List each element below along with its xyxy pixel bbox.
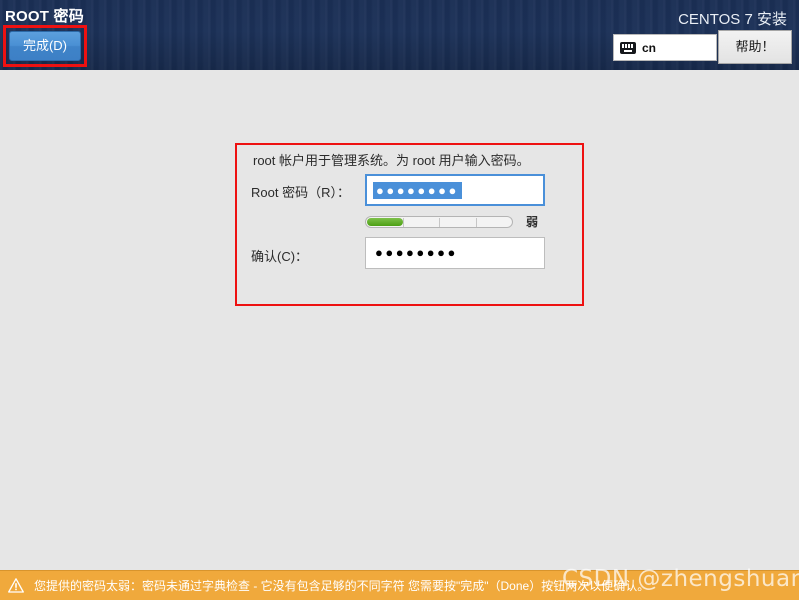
form-description: root 帐户用于管理系统。为 root 用户输入密码。 [253,153,530,168]
confirm-password-input[interactable]: ●●●●●●●● [365,237,545,269]
password-strength-bar [365,216,513,228]
root-password-value: ●●●●●●●● [373,182,462,199]
root-password-input[interactable]: ●●●●●●●● [365,174,545,206]
installer-header: ROOT 密码 完成(D) CENTOS 7 安装 cn 帮助！ [0,0,799,70]
keyboard-layout-indicator[interactable]: cn [613,34,717,61]
done-button[interactable]: 完成(D) [9,31,81,61]
main-content: root 帐户用于管理系统。为 root 用户输入密码。 Root 密码（R）：… [0,70,799,570]
product-title: CENTOS 7 安装 [678,11,787,28]
root-password-label: Root 密码（R）： [251,185,350,200]
confirm-password-label: 确认(C)： [251,249,309,264]
help-button[interactable]: 帮助！ [718,30,792,64]
keyboard-icon [620,41,636,54]
confirm-password-value: ●●●●●●●● [375,245,458,260]
warning-message: 您提供的密码太弱：密码未通过字典检查 - 它没有包含足够的不同字符 您需要按"完… [34,579,650,593]
keyboard-layout-label: cn [642,40,657,55]
warning-bar: 您提供的密码太弱：密码未通过字典检查 - 它没有包含足够的不同字符 您需要按"完… [0,570,799,600]
strength-tick [439,218,440,227]
page-title: ROOT 密码 [5,8,84,25]
password-strength-row: 弱 [365,215,545,230]
password-strength-label: 弱 [526,215,539,229]
password-strength-ticks [366,217,512,227]
strength-tick [403,218,404,227]
strength-tick [476,218,477,227]
warning-triangle-icon [8,578,24,593]
